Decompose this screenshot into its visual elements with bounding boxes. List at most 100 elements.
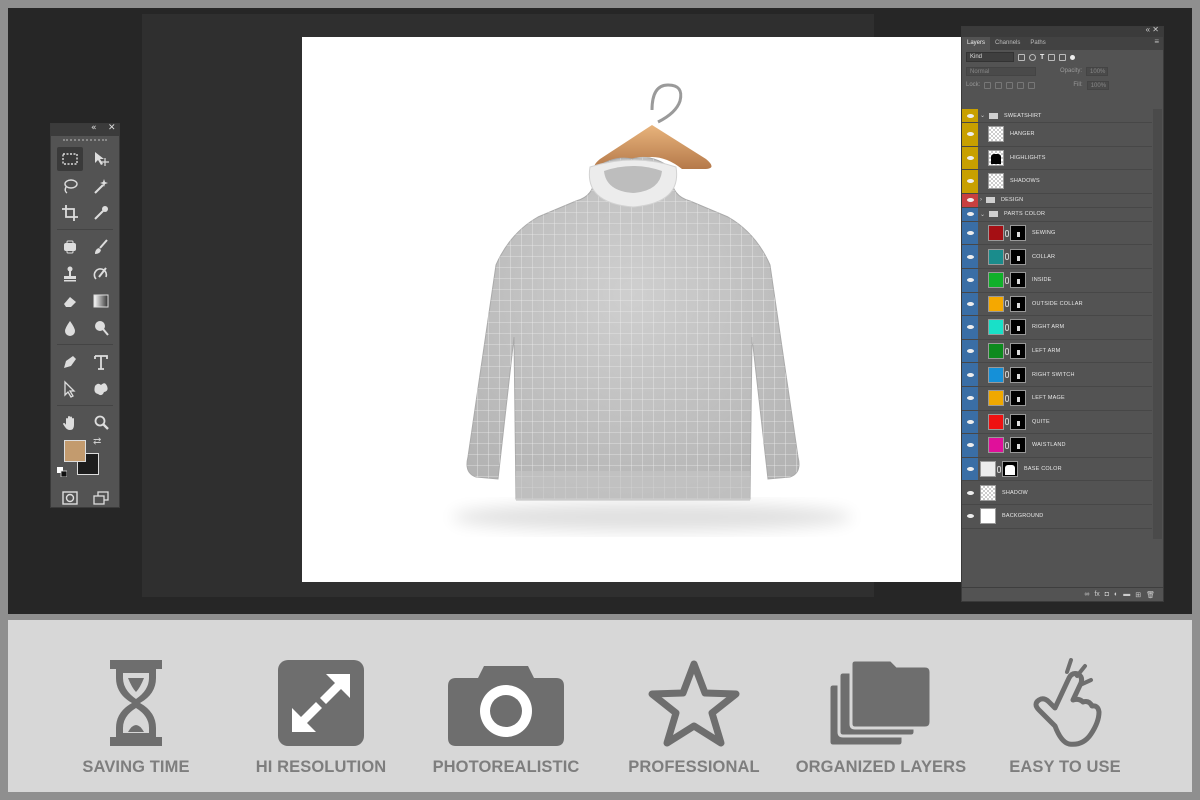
layer-row[interactable]: QUITE bbox=[962, 410, 1152, 435]
layer-mask-thumbnail[interactable] bbox=[1010, 343, 1026, 360]
layer-row[interactable]: › DESIGN bbox=[962, 193, 1152, 208]
visibility-toggle[interactable] bbox=[962, 386, 978, 410]
layer-row[interactable]: WAISTLAND bbox=[962, 434, 1152, 458]
document-canvas[interactable] bbox=[302, 37, 982, 582]
new-layer-icon[interactable]: ⊞ bbox=[1135, 591, 1141, 599]
group-expand-icon[interactable]: › bbox=[980, 197, 982, 203]
blend-mode-select[interactable]: Normal bbox=[966, 66, 1036, 76]
brush-tool-icon[interactable] bbox=[88, 235, 114, 259]
layer-mask-thumbnail[interactable] bbox=[1010, 225, 1026, 242]
clone-stamp-tool-icon[interactable] bbox=[57, 262, 83, 286]
layers-panel-titlebar[interactable]: « ✕ bbox=[962, 25, 1163, 37]
lock-position-icon[interactable] bbox=[1006, 81, 1014, 89]
lock-all-icon[interactable] bbox=[1028, 81, 1036, 89]
link-layers-icon[interactable]: ∞ bbox=[1084, 591, 1089, 598]
layer-row[interactable]: LEFT ARM bbox=[962, 339, 1152, 364]
collapse-icon[interactable]: « ✕ bbox=[1146, 25, 1159, 34]
lock-artboard-icon[interactable] bbox=[1017, 81, 1025, 89]
visibility-toggle[interactable] bbox=[962, 207, 978, 221]
gradient-tool-icon[interactable] bbox=[88, 289, 114, 313]
visibility-toggle[interactable] bbox=[962, 363, 978, 386]
hand-tool-icon[interactable] bbox=[57, 411, 83, 435]
new-group-icon[interactable]: ▬ bbox=[1123, 591, 1130, 598]
panel-menu-icon[interactable]: ≡ bbox=[1154, 37, 1159, 46]
visibility-toggle[interactable] bbox=[962, 170, 978, 193]
lock-pixels-icon[interactable] bbox=[995, 81, 1003, 89]
layers-scrollbar[interactable] bbox=[1153, 109, 1162, 539]
tab-channels[interactable]: Channels bbox=[990, 37, 1025, 50]
adjustment-layer-icon[interactable]: ◐ bbox=[1114, 591, 1118, 598]
layer-row[interactable]: SEWING bbox=[962, 221, 1152, 246]
group-expand-icon[interactable]: ⌄ bbox=[980, 211, 985, 218]
magic-wand-tool-icon[interactable] bbox=[88, 174, 114, 198]
lock-transparency-icon[interactable] bbox=[984, 81, 992, 89]
layer-mask-thumbnail[interactable] bbox=[1002, 461, 1018, 478]
visibility-toggle[interactable] bbox=[962, 221, 978, 245]
visibility-toggle[interactable] bbox=[962, 481, 978, 504]
link-icon[interactable] bbox=[1005, 394, 1009, 402]
add-mask-icon[interactable]: ◘ bbox=[1105, 591, 1109, 598]
layer-row[interactable]: SHADOW bbox=[962, 481, 1152, 505]
delete-layer-icon[interactable]: 🗑 bbox=[1146, 591, 1155, 599]
tab-layers[interactable]: Layers bbox=[962, 37, 991, 50]
link-icon[interactable] bbox=[1005, 300, 1009, 308]
link-icon[interactable] bbox=[1005, 418, 1009, 426]
layer-mask-thumbnail[interactable] bbox=[1010, 319, 1026, 336]
layer-row[interactable]: BASE COLOR bbox=[962, 457, 1152, 482]
default-colors-icon[interactable] bbox=[57, 467, 67, 477]
visibility-toggle[interactable] bbox=[962, 434, 978, 457]
filter-kind-select[interactable]: Kind bbox=[966, 52, 1014, 62]
group-expand-icon[interactable]: ⌄ bbox=[980, 112, 985, 119]
type-filter-icon[interactable]: T bbox=[1040, 54, 1044, 61]
layer-mask-thumbnail[interactable] bbox=[1010, 366, 1026, 383]
eraser-tool-icon[interactable] bbox=[57, 289, 83, 313]
layer-mask-thumbnail[interactable] bbox=[1010, 437, 1026, 454]
smart-object-filter-icon[interactable] bbox=[1059, 53, 1067, 61]
screen-mode-icon[interactable] bbox=[88, 486, 114, 510]
marquee-tool-icon[interactable] bbox=[56, 146, 83, 171]
visibility-toggle[interactable] bbox=[962, 292, 978, 316]
quick-mask-icon[interactable] bbox=[57, 486, 83, 510]
link-icon[interactable] bbox=[1005, 253, 1009, 261]
pen-tool-icon[interactable] bbox=[57, 350, 83, 374]
pixel-filter-icon[interactable] bbox=[1018, 53, 1025, 61]
layer-mask-thumbnail[interactable] bbox=[1010, 390, 1026, 407]
layer-row[interactable]: BACKGROUND bbox=[962, 504, 1152, 529]
visibility-toggle[interactable] bbox=[962, 245, 978, 268]
layer-mask-thumbnail[interactable] bbox=[1010, 248, 1026, 265]
layer-mask-thumbnail[interactable] bbox=[1010, 413, 1026, 430]
link-icon[interactable] bbox=[1005, 276, 1009, 284]
visibility-toggle[interactable] bbox=[962, 193, 978, 207]
layer-row[interactable]: HANGER bbox=[962, 123, 1152, 147]
layer-row[interactable]: OUTSIDE COLLAR bbox=[962, 292, 1152, 317]
link-icon[interactable] bbox=[1005, 347, 1009, 355]
lasso-tool-icon[interactable] bbox=[57, 174, 83, 198]
path-selection-tool-icon[interactable] bbox=[57, 377, 83, 401]
link-icon[interactable] bbox=[1005, 371, 1009, 379]
type-tool-icon[interactable] bbox=[88, 350, 114, 374]
adjustment-filter-icon[interactable] bbox=[1029, 53, 1036, 61]
link-icon[interactable] bbox=[1005, 441, 1009, 449]
swap-colors-icon[interactable]: ⇄ bbox=[93, 436, 101, 447]
link-icon[interactable] bbox=[1005, 229, 1009, 237]
visibility-toggle[interactable] bbox=[962, 316, 978, 339]
dodge-tool-icon[interactable] bbox=[88, 316, 114, 340]
layer-mask-thumbnail[interactable] bbox=[1010, 272, 1026, 289]
opacity-field[interactable]: 100% bbox=[1086, 66, 1109, 76]
link-icon[interactable] bbox=[997, 465, 1001, 473]
healing-brush-tool-icon[interactable] bbox=[57, 235, 83, 259]
visibility-toggle[interactable] bbox=[962, 504, 978, 528]
zoom-tool-icon[interactable] bbox=[88, 411, 114, 435]
visibility-toggle[interactable] bbox=[962, 109, 978, 122]
foreground-color-swatch[interactable] bbox=[64, 440, 86, 462]
crop-tool-icon[interactable] bbox=[57, 201, 83, 225]
visibility-toggle[interactable] bbox=[962, 123, 978, 146]
layer-row[interactable]: ⌄ PARTS COLOR bbox=[962, 207, 1152, 222]
tab-paths[interactable]: Paths bbox=[1025, 37, 1050, 50]
visibility-toggle[interactable] bbox=[962, 268, 978, 292]
filter-toggle-icon[interactable] bbox=[1070, 54, 1076, 60]
visibility-toggle[interactable] bbox=[962, 457, 978, 481]
eyedropper-tool-icon[interactable] bbox=[88, 201, 114, 225]
history-brush-tool-icon[interactable] bbox=[88, 262, 114, 286]
layer-row[interactable]: HIGHLIGHTS bbox=[962, 146, 1152, 171]
